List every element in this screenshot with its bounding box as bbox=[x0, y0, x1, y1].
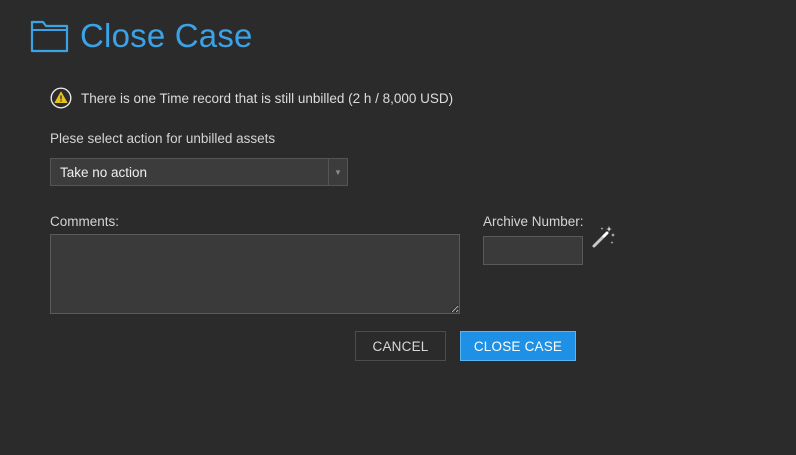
folder-icon bbox=[30, 18, 70, 54]
close-case-button[interactable]: CLOSE CASE bbox=[460, 331, 576, 361]
warning-icon bbox=[50, 87, 72, 109]
unbilled-action-selected-value: Take no action bbox=[60, 165, 148, 180]
magic-wand-icon[interactable] bbox=[590, 224, 616, 250]
chevron-down-icon[interactable]: ▼ bbox=[328, 159, 347, 185]
archive-number-field[interactable] bbox=[483, 236, 583, 265]
unbilled-warning: There is one Time record that is still u… bbox=[50, 86, 453, 110]
dialog-header: Close Case bbox=[30, 14, 253, 58]
comments-label: Comments: bbox=[50, 214, 120, 229]
cancel-button[interactable]: CANCEL bbox=[355, 331, 446, 361]
comments-field[interactable] bbox=[50, 234, 460, 314]
unbilled-action-label: Plese select action for unbilled assets bbox=[50, 131, 276, 146]
archive-number-label: Archive Number: bbox=[483, 214, 584, 229]
unbilled-action-select[interactable]: Take no action ▼ bbox=[50, 158, 348, 186]
warning-text: There is one Time record that is still u… bbox=[81, 90, 454, 106]
page-title: Close Case bbox=[80, 17, 253, 54]
